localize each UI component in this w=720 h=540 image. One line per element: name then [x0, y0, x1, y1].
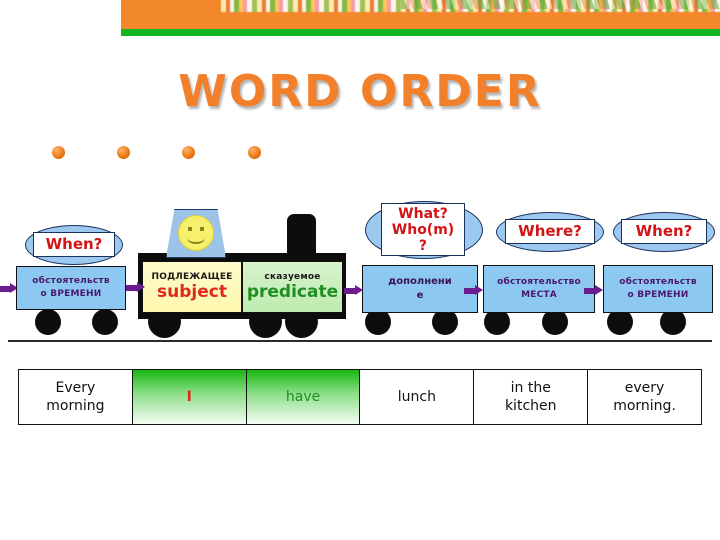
- question-label-when-right: When?: [621, 219, 707, 244]
- adverbial-time-left-line2: о ВРЕМЕНИ: [40, 289, 102, 299]
- arrow-head-icon: [137, 282, 145, 292]
- banner-photo-overlay: [401, 0, 720, 9]
- car-box-adverbial-place[interactable]: обстоятельство МЕСТА: [483, 265, 595, 313]
- arrow-head-icon: [475, 285, 483, 295]
- locomotive-chimney: [287, 214, 316, 258]
- arrow-shaft: [126, 285, 137, 291]
- smiley-eye-left-icon: [188, 227, 192, 231]
- sentence-cell-adverbial-time-end[interactable]: every morning.: [588, 370, 701, 424]
- object-line1: дополнени: [388, 276, 452, 287]
- header-green-rule: [121, 29, 720, 36]
- connector-arrow-0: [0, 283, 18, 294]
- connector-arrow-3: [464, 285, 483, 296]
- car-box-object[interactable]: дополнени е: [362, 265, 478, 313]
- bullet-dot-3: [182, 146, 195, 159]
- connector-arrow-4: [584, 285, 603, 296]
- smiley-mouth-icon: [187, 232, 205, 244]
- car-box-subject[interactable]: ПОДЛЕЖАЩЕЕ subject: [142, 261, 242, 313]
- sentence-table: Every morning I have lunch in the kitche…: [18, 369, 702, 425]
- arrow-head-icon: [10, 283, 18, 293]
- bullet-dot-2: [117, 146, 130, 159]
- page-title: WORD ORDER: [178, 66, 542, 117]
- connector-arrow-2: [344, 285, 363, 296]
- arrow-head-icon: [355, 285, 363, 295]
- car-box-predicate[interactable]: сказуемое predicate: [242, 261, 343, 313]
- question-label-what-whom: What? Who(m) ?: [381, 203, 465, 256]
- sentence-cell-predicate[interactable]: have: [246, 370, 361, 424]
- sentence-cell-adverbial-time-front[interactable]: Every morning: [19, 370, 133, 424]
- sentence-cell-subject[interactable]: I: [132, 370, 247, 424]
- adverbial-place-line1: обстоятельство: [497, 277, 581, 287]
- subject-en-label: subject: [157, 282, 227, 302]
- railway-track-line: [8, 340, 712, 342]
- arrow-shaft: [344, 288, 355, 294]
- train-wheel: [92, 309, 118, 335]
- slide-canvas: WORD ORDER When? What? Who(m) ? Where? W…: [0, 0, 720, 540]
- predicate-en-label: predicate: [246, 282, 339, 302]
- question-label-where: Where?: [505, 219, 595, 244]
- sentence-cell-object[interactable]: lunch: [360, 370, 475, 424]
- arrow-shaft: [584, 288, 595, 294]
- adverbial-time-right-line2: о ВРЕМЕНИ: [627, 290, 689, 300]
- header-banner: [121, 0, 720, 29]
- arrow-shaft: [0, 286, 10, 292]
- sentence-cell-adverbial-place[interactable]: in the kitchen: [474, 370, 589, 424]
- adverbial-time-left-line1: обстоятельств: [32, 276, 110, 286]
- bullet-dot-4: [248, 146, 261, 159]
- train-wheel: [35, 309, 61, 335]
- bullet-dot-1: [52, 146, 65, 159]
- question-label-when-left: When?: [33, 232, 115, 257]
- adverbial-place-line2: МЕСТА: [521, 290, 557, 300]
- smiley-face-icon: [178, 215, 214, 251]
- adverbial-time-right-line1: обстоятельств: [619, 277, 697, 287]
- connector-arrow-1: [126, 282, 145, 293]
- car-box-adverbial-time-right[interactable]: обстоятельств о ВРЕМЕНИ: [603, 265, 713, 313]
- object-line2: е: [416, 290, 424, 301]
- arrow-shaft: [464, 288, 475, 294]
- smiley-eye-right-icon: [200, 227, 204, 231]
- car-box-adverbial-time-left[interactable]: обстоятельств о ВРЕМЕНИ: [16, 266, 126, 310]
- arrow-head-icon: [595, 285, 603, 295]
